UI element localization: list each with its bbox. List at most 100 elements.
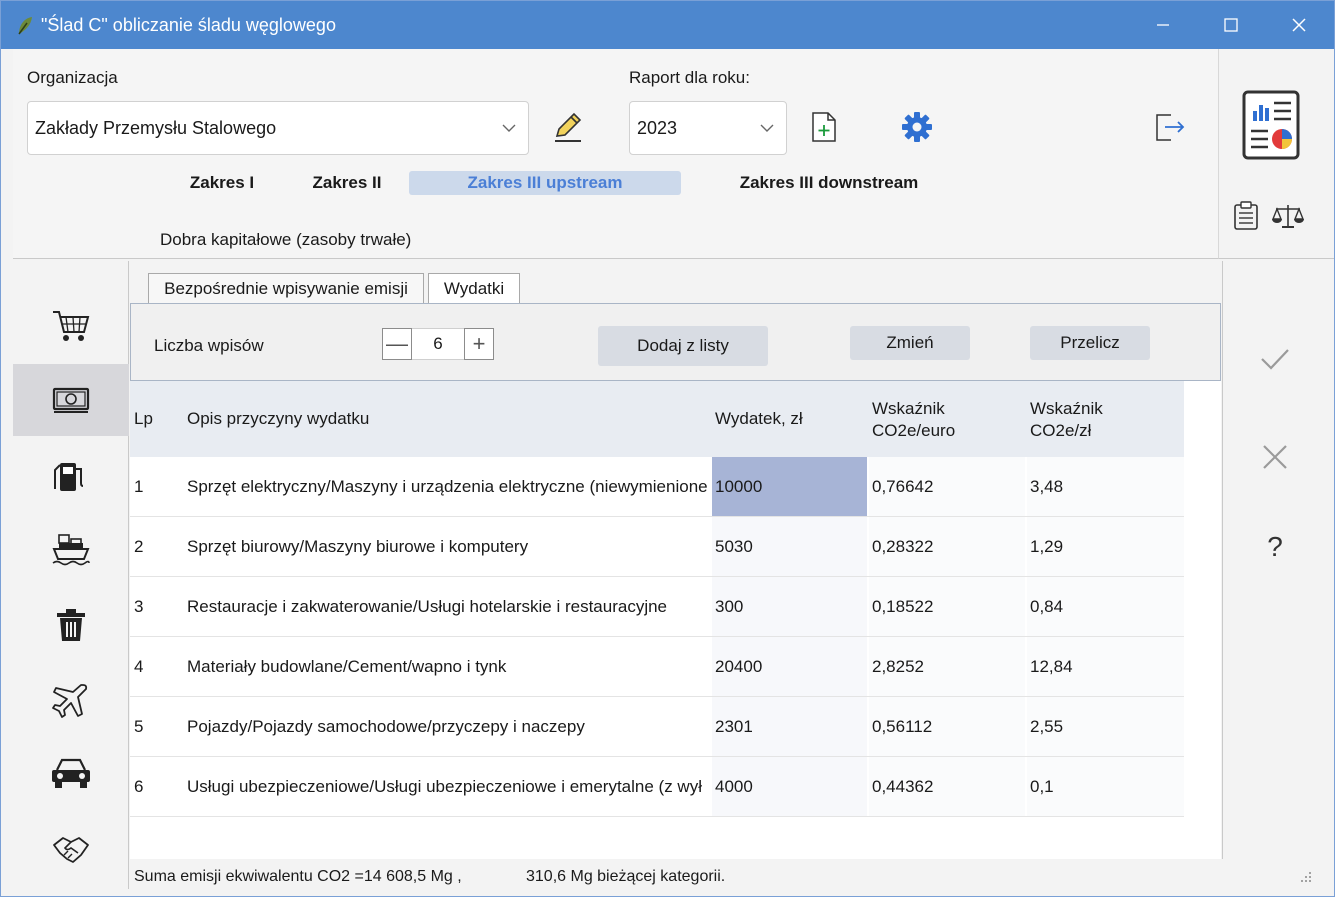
entries-toolbar: Liczba wpisów — 6 + Dodaj z listy Zmień … <box>130 303 1221 381</box>
header-factor-euro-line2: CO2e/euro <box>872 421 956 440</box>
cell-expense[interactable]: 5030 <box>715 537 753 557</box>
cell-description[interactable]: Restauracje i zakwaterowanie/Usługi hote… <box>187 597 707 617</box>
cell-factor-euro[interactable]: 0,18522 <box>872 597 933 617</box>
cell-factor-euro[interactable]: 2,8252 <box>872 657 924 677</box>
nav-transport-upstream[interactable] <box>13 514 129 586</box>
cell-expense[interactable]: 10000 <box>715 477 762 497</box>
scope-3-upstream-tab[interactable]: Zakres III upstream <box>409 171 681 195</box>
organization-select[interactable]: Zakłady Przemysłu Stalowego <box>27 101 529 155</box>
cell-expense[interactable]: 4000 <box>715 777 753 797</box>
scope-3-downstream-tab[interactable]: Zakres III downstream <box>715 171 943 195</box>
category-emission-text: 310,6 Mg bieżącej kategorii. <box>526 868 726 885</box>
minimize-icon <box>1157 24 1169 26</box>
cell-description[interactable]: Materiały budowlane/Cement/wapno i tynk <box>187 657 707 677</box>
nav-fuel[interactable] <box>13 439 129 511</box>
entries-label: Liczba wpisów <box>154 336 264 355</box>
cell-factor-pln[interactable]: 12,84 <box>1030 657 1073 677</box>
header-expense: Wydatek, zł <box>715 409 803 428</box>
add-from-list-button[interactable]: Dodaj z listy <box>598 326 768 366</box>
scope-2-tab[interactable]: Zakres II <box>297 171 397 195</box>
nav-waste[interactable] <box>13 589 129 661</box>
cell-factor-pln[interactable]: 0,84 <box>1030 597 1063 617</box>
header-description: Opis przyczyny wydatku <box>187 409 370 428</box>
header-lp: Lp <box>134 409 153 428</box>
balance-scale-icon <box>1271 205 1305 228</box>
cell-lp: 1 <box>134 477 144 496</box>
row-divider <box>130 696 1184 697</box>
change-button[interactable]: Zmień <box>850 326 970 360</box>
help-button[interactable]: ? <box>1253 525 1297 569</box>
entries-stepper: — 6 + <box>382 328 494 360</box>
cell-lp: 2 <box>134 537 144 556</box>
new-report-button[interactable] <box>804 107 844 147</box>
cell-factor-euro[interactable]: 0,76642 <box>872 477 933 497</box>
edit-organization-button[interactable] <box>548 107 588 147</box>
cell-factor-euro[interactable]: 0,28322 <box>872 537 933 557</box>
x-icon <box>1263 445 1287 469</box>
cancel-button[interactable] <box>1253 435 1297 479</box>
shopping-cart-icon <box>53 311 90 341</box>
entries-count-input[interactable]: 6 <box>412 328 464 360</box>
cell-expense[interactable]: 300 <box>715 597 743 617</box>
ship-icon <box>52 534 90 566</box>
cell-description[interactable]: Sprzęt biurowy/Maszyny biurowe i kompute… <box>187 537 707 557</box>
window-title: "Ślad C" obliczanie śladu węglowego <box>41 15 336 35</box>
year-select[interactable]: 2023 <box>629 101 787 155</box>
year-label: Raport dla roku: <box>629 68 750 87</box>
airplane-icon <box>52 684 88 718</box>
action-panel: ? <box>1222 261 1334 859</box>
report-tools-panel <box>1219 49 1334 259</box>
tab-direct-emission[interactable]: Bezpośrednie wpisywanie emisji <box>148 273 424 303</box>
maximize-button[interactable] <box>1211 7 1251 43</box>
settings-button[interactable] <box>897 107 937 147</box>
close-icon <box>1292 18 1306 32</box>
cell-expense[interactable]: 2301 <box>715 717 753 737</box>
increment-button[interactable]: + <box>464 328 494 360</box>
minimize-button[interactable] <box>1143 7 1183 43</box>
scope-1-tab[interactable]: Zakres I <box>177 171 267 195</box>
report-button[interactable] <box>1241 89 1301 161</box>
nav-leased-assets[interactable] <box>13 814 129 886</box>
cell-factor-pln[interactable]: 1,29 <box>1030 537 1063 557</box>
total-emission-text: Suma emisji ekwiwalentu CO2 =14 608,5 Mg… <box>134 868 462 885</box>
header-factor-pln-line2: CO2e/zł <box>1030 421 1092 440</box>
compare-button[interactable] <box>1271 201 1305 231</box>
tab-expenses[interactable]: Wydatki <box>428 273 520 303</box>
car-icon <box>52 758 90 788</box>
recalculate-button[interactable]: Przelicz <box>1030 326 1150 360</box>
pencil-icon <box>555 112 582 142</box>
cell-factor-euro[interactable]: 0,44362 <box>872 777 933 797</box>
category-nav <box>13 261 129 889</box>
main-content: Bezpośrednie wpisywanie emisji Wydatki L… <box>130 261 1221 859</box>
clipboard-icon <box>1234 201 1258 230</box>
maximize-icon <box>1224 18 1238 32</box>
cell-expense[interactable]: 20400 <box>715 657 762 677</box>
nav-capital-goods[interactable] <box>13 364 129 436</box>
cell-description[interactable]: Usługi ubezpieczeniowe/Usługi ubezpiecze… <box>187 777 707 797</box>
clipboard-button[interactable] <box>1231 201 1261 231</box>
cell-lp: 6 <box>134 777 144 796</box>
nav-business-travel[interactable] <box>13 664 129 736</box>
organization-value: Zakłady Przemysłu Stalowego <box>35 118 277 138</box>
nav-purchases[interactable] <box>13 289 129 361</box>
cell-factor-pln[interactable]: 0,1 <box>1030 777 1054 797</box>
cell-factor-pln[interactable]: 2,55 <box>1030 717 1063 737</box>
row-divider <box>130 756 1184 757</box>
cell-factor-euro[interactable]: 0,56112 <box>872 717 932 737</box>
cell-description[interactable]: Pojazdy/Pojazdy samochodowe/przyczepy i … <box>187 717 707 737</box>
header-factor-pln-line1: Wskaźnik <box>1030 399 1103 418</box>
nav-commuting[interactable] <box>13 739 129 811</box>
money-icon <box>52 387 90 413</box>
cell-factor-pln[interactable]: 3,48 <box>1030 477 1063 497</box>
decrement-button[interactable]: — <box>382 328 412 360</box>
category-title: Dobra kapitałowe (zasoby trwałe) <box>160 230 412 249</box>
exit-button[interactable] <box>1149 107 1189 147</box>
cell-lp: 3 <box>134 597 144 616</box>
confirm-button[interactable] <box>1253 337 1297 381</box>
cell-lp: 5 <box>134 717 144 736</box>
organization-label: Organizacja <box>27 68 118 87</box>
cell-description[interactable]: Sprzęt elektryczny/Maszyny i urządzenia … <box>187 477 707 497</box>
checkmark-icon <box>1261 349 1289 370</box>
close-button[interactable] <box>1279 7 1319 43</box>
resize-grip-icon[interactable] <box>1298 871 1312 885</box>
